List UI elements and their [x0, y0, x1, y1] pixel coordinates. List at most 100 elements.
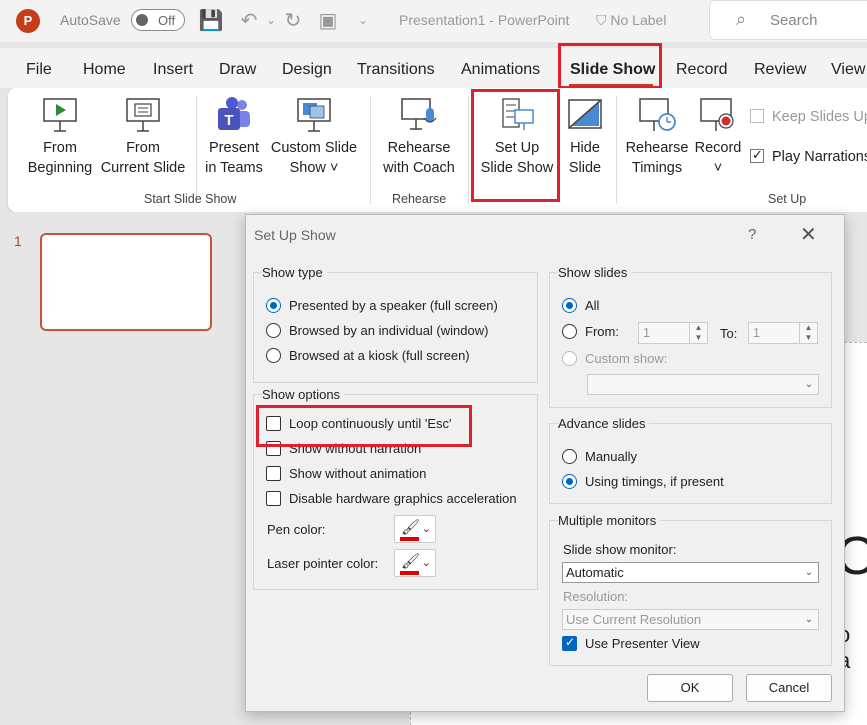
from-current-slide-button[interactable]: From Current Slide	[98, 96, 188, 178]
group-label-set-up: Set Up	[768, 192, 807, 206]
hide-slide-label-2: Slide	[568, 160, 602, 176]
to-slide-stepper[interactable]: 1 ▲ ▼	[748, 322, 818, 344]
active-tab-underline	[569, 84, 653, 87]
play-narrations-checkbox[interactable]: Play Narrations	[750, 147, 867, 165]
ribbon-separator	[196, 96, 197, 204]
laser-pointer-color-button[interactable]: 🖌 ⌄	[394, 549, 436, 577]
record-icon	[700, 98, 734, 131]
record-label: Record	[694, 140, 742, 156]
present-from-beginning-icon[interactable]: ▣	[315, 8, 341, 33]
custom-show-select[interactable]: ⌄	[587, 374, 819, 395]
tab-file[interactable]: File	[26, 61, 52, 79]
set-up-slide-show-button[interactable]: Set Up Slide Show	[476, 96, 558, 178]
tab-review[interactable]: Review	[754, 61, 806, 79]
search-placeholder: Search	[770, 12, 818, 29]
from-slide-stepper[interactable]: 1 ▲ ▼	[638, 322, 708, 344]
tab-view[interactable]: View	[831, 61, 865, 79]
radio-custom-show[interactable]: Custom show:	[562, 351, 667, 366]
to-label: To:	[720, 326, 738, 341]
slide-thumbnail[interactable]	[40, 233, 212, 331]
show-without-animation-checkbox[interactable]: Show without animation	[266, 466, 426, 481]
rehearse-with-coach-button[interactable]: Rehearse with Coach	[378, 96, 460, 178]
save-icon[interactable]: 💾	[198, 8, 224, 33]
rehearse-coach-label-1: Rehearse	[387, 140, 451, 156]
radio-label: Browsed at a kiosk (full screen)	[289, 348, 470, 363]
tab-slide-show[interactable]: Slide Show	[570, 61, 655, 79]
radio-all-slides[interactable]: All	[562, 298, 599, 313]
svg-text:T: T	[224, 112, 233, 129]
present-in-teams-button[interactable]: T Present in Teams	[203, 96, 265, 178]
checkbox-label: Show without animation	[289, 466, 427, 481]
search-box[interactable]: ⌕ Search	[709, 0, 867, 40]
radio-manually[interactable]: Manually	[562, 449, 637, 464]
use-presenter-view-checkbox[interactable]: Use Presenter View	[562, 635, 700, 651]
from-current-label-1: From	[126, 140, 160, 156]
sensitivity-label-text: No Label	[610, 12, 667, 28]
tab-animations[interactable]: Animations	[461, 61, 540, 79]
radio-browsed-individual[interactable]: Browsed by an individual (window)	[266, 323, 488, 338]
radio-dot	[266, 323, 281, 338]
search-icon: ⌕	[736, 9, 747, 29]
rehearse-timings-button[interactable]: Rehearse Timings	[622, 96, 692, 178]
resolution-value: Use Current Resolution	[566, 612, 702, 627]
record-button[interactable]: Record ˅	[692, 96, 744, 178]
advance-slides-legend: Advance slides	[558, 416, 650, 431]
show-without-narration-checkbox[interactable]: Show without narration	[266, 441, 421, 456]
loop-continuously-checkbox[interactable]: Loop continuously until 'Esc'	[266, 416, 452, 431]
radio-label: Custom show:	[585, 351, 668, 366]
ribbon-separator	[468, 96, 469, 204]
slide-show-monitor-select[interactable]: Automatic ⌄	[562, 562, 819, 583]
radio-using-timings[interactable]: Using timings, if present	[562, 474, 724, 489]
pen-color-button[interactable]: 🖌 ⌄	[394, 515, 436, 543]
tab-record[interactable]: Record	[676, 61, 728, 79]
autosave-toggle[interactable]: Off	[131, 9, 185, 31]
hide-slide-button[interactable]: Hide Slide	[562, 96, 608, 178]
keep-slides-up-checkbox[interactable]: Keep Slides Up	[750, 109, 867, 125]
custom-slide-show-button[interactable]: Custom Slide Show ˅	[268, 96, 360, 178]
setup-show-label-2: Slide Show	[480, 160, 554, 176]
radio-browsed-kiosk[interactable]: Browsed at a kiosk (full screen)	[266, 348, 470, 363]
cancel-button[interactable]: Cancel	[746, 674, 832, 702]
customize-toolbar-icon[interactable]: ⌄	[350, 13, 376, 27]
radio-from-slide[interactable]: From:	[562, 324, 619, 339]
paint-bucket-icon: 🖌	[401, 553, 421, 570]
radio-label: Presented by a speaker (full screen)	[289, 298, 498, 313]
radio-presented-by-speaker[interactable]: Presented by a speaker (full screen)	[266, 298, 498, 313]
tab-insert[interactable]: Insert	[153, 61, 193, 79]
radio-dot	[562, 474, 577, 489]
tab-draw[interactable]: Draw	[219, 61, 256, 79]
play-narrations-label: Play Narrations	[772, 149, 867, 165]
radio-label: Using timings, if present	[585, 474, 724, 489]
dialog-title: Set Up Show	[254, 227, 336, 243]
slide-show-monitor-label: Slide show monitor:	[563, 542, 677, 557]
tab-transitions[interactable]: Transitions	[357, 61, 435, 79]
ok-button[interactable]: OK	[647, 674, 733, 702]
from-beginning-label-2: Beginning	[27, 160, 93, 176]
multiple-monitors-legend: Multiple monitors	[558, 513, 661, 528]
chevron-down-icon: ⌄	[804, 614, 814, 625]
from-beginning-button[interactable]: From Beginning	[24, 96, 96, 178]
timer-icon	[639, 98, 676, 131]
teams-icon: T	[218, 97, 250, 130]
radio-label: Browsed by an individual (window)	[289, 323, 489, 338]
tab-design[interactable]: Design	[282, 61, 332, 79]
document-title: Presentation1 - PowerPoint	[399, 12, 570, 28]
toggle-knob	[136, 14, 148, 26]
chevron-down-icon: ⌄	[804, 567, 814, 578]
coach-microphone-icon	[401, 98, 437, 130]
laser-pointer-color-label: Laser pointer color:	[267, 556, 379, 571]
radio-label: All	[585, 298, 600, 313]
pen-color-swatch	[400, 537, 419, 541]
checkbox-box	[266, 491, 281, 506]
resolution-select[interactable]: Use Current Resolution ⌄	[562, 609, 819, 630]
help-icon[interactable]: ?	[748, 226, 756, 243]
ribbon-separator	[370, 96, 371, 204]
close-icon[interactable]: ✕	[800, 222, 817, 247]
radio-dot	[562, 324, 577, 339]
chevron-down-icon: ⌄	[804, 379, 814, 390]
disable-hardware-acceleration-checkbox[interactable]: Disable hardware graphics acceleration	[266, 491, 517, 506]
monitor-value: Automatic	[566, 565, 624, 580]
sensitivity-label[interactable]: ⛉ No Label	[596, 12, 666, 29]
redo-icon[interactable]: ↻	[280, 8, 306, 33]
tab-home[interactable]: Home	[83, 61, 126, 79]
